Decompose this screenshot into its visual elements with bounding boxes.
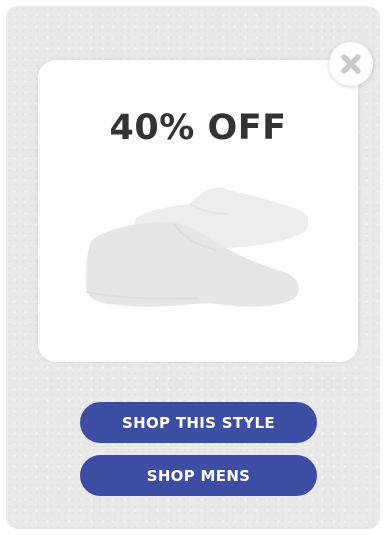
shop-this-style-button[interactable]: SHOP THIS STYLE: [80, 402, 317, 443]
shoe-icon: [85, 187, 308, 307]
promo-headline: 40% OFF: [109, 108, 287, 148]
shop-mens-button[interactable]: SHOP MENS: [80, 455, 317, 496]
promo-popup: 40% OFF SHOP THIS STYLE SHOP MENS: [6, 6, 380, 529]
close-icon: [341, 54, 361, 74]
close-button[interactable]: [329, 42, 373, 86]
promo-card: 40% OFF: [38, 60, 358, 362]
